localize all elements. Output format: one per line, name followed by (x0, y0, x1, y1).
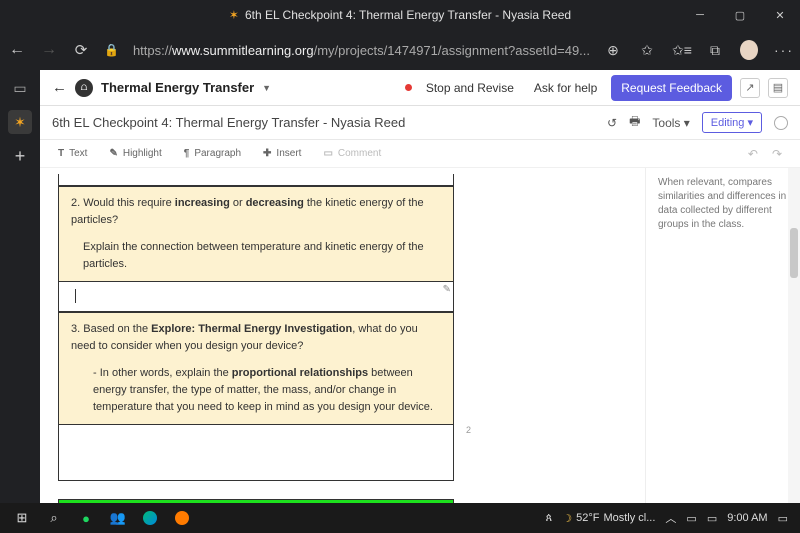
answer-input-2[interactable]: ✎ (59, 282, 453, 312)
window-title: 6th EL Checkpoint 4: Thermal Energy Tran… (245, 8, 571, 22)
question-2: 2. Would this require increasing or decr… (59, 186, 453, 282)
weather-widget[interactable]: ☽ 52°F Mostly cl... (562, 512, 655, 525)
tools-menu[interactable]: Tools ▾ (652, 116, 689, 130)
dropdown-icon[interactable]: ▼ (262, 83, 271, 93)
paragraph-tool[interactable]: ¶Paragraph (184, 148, 241, 159)
text-tool[interactable]: TText (58, 148, 87, 159)
browser-toolbar: ← → ⟳ 🔒 https://www.summitlearning.org/m… (0, 30, 800, 70)
forward-button[interactable]: → (40, 41, 58, 59)
insert-tool[interactable]: ✚Insert (263, 148, 301, 159)
app-logo-icon: ⩍ (75, 79, 93, 97)
taskbar-teams-icon[interactable]: 👥 (102, 503, 134, 533)
reload-button[interactable]: ⟳ (72, 41, 90, 59)
moon-icon: ☽ (562, 512, 572, 525)
lock-icon: 🔒 (104, 43, 119, 57)
windows-taskbar: ⊞ ⌕ ● 👥 ጰ ☽ 52°F Mostly cl... ︿ ▭ ▭ 9:00… (0, 503, 800, 533)
back-button[interactable]: ← (8, 41, 26, 59)
text-cursor (75, 289, 76, 303)
profile-avatar[interactable] (740, 40, 758, 60)
questions-table: 2. Would this require increasing or decr… (58, 174, 454, 481)
tab-favicon: ✶ (229, 8, 239, 22)
taskbar-edge-icon[interactable] (134, 503, 166, 533)
recording-dot-icon (405, 84, 412, 91)
start-button[interactable]: ⊞ (6, 503, 38, 533)
sidebar-tab-icon[interactable]: ▭ (8, 76, 32, 100)
favorites-bar-icon[interactable]: ✩≡ (672, 42, 690, 59)
print-icon[interactable]: 🖶 (629, 112, 640, 133)
taskbar-firefox-icon[interactable] (166, 503, 198, 533)
document-title: 6th EL Checkpoint 4: Thermal Energy Tran… (52, 115, 405, 130)
rubric-panel: When relevant, compares similarities and… (645, 168, 800, 533)
maximize-button[interactable]: ▢ (720, 0, 760, 30)
history-icon[interactable]: ↺ (607, 116, 617, 130)
ask-help-button[interactable]: Ask for help (528, 77, 603, 99)
app-header: ← ⩍ Thermal Energy Transfer ▼ Stop and R… (40, 70, 800, 106)
redo-button[interactable]: ↷ (772, 147, 782, 161)
accessibility-icon[interactable]: ጰ (546, 512, 553, 525)
highlight-tool[interactable]: ✎Highlight (109, 148, 161, 159)
vertical-scrollbar[interactable] (788, 168, 800, 533)
temperature: 52°F (576, 512, 599, 524)
address-bar[interactable]: https://www.summitlearning.org/my/projec… (133, 43, 590, 58)
edit-pencil-icon[interactable]: ✎ (443, 284, 451, 295)
answer-input-3[interactable]: 2 (59, 425, 453, 481)
search-button[interactable]: ⌕ (38, 503, 70, 533)
undo-button[interactable]: ↶ (748, 147, 758, 161)
question-3: 3. Based on the Explore: Thermal Energy … (59, 312, 453, 425)
collections-icon[interactable]: ⧉ (706, 42, 724, 59)
page-content: ← ⩍ Thermal Energy Transfer ▼ Stop and R… (40, 70, 800, 533)
tray-battery-icon[interactable]: ▭ (686, 512, 696, 525)
format-toolbar: TText ✎Highlight ¶Paragraph ✚Insert ▭Com… (40, 140, 800, 168)
weather-text: Mostly cl... (603, 512, 655, 524)
document-page[interactable]: 2. Would this require increasing or decr… (40, 168, 645, 533)
notifications-icon[interactable]: ▭ (778, 512, 788, 525)
voice-icon[interactable] (774, 116, 788, 130)
sidebar-active-tab[interactable]: ✶ (8, 110, 32, 134)
minimize-button[interactable]: ─ (680, 0, 720, 30)
clock[interactable]: 9:00 AM (727, 512, 767, 524)
tray-chevron-icon[interactable]: ︿ (665, 510, 676, 526)
assignment-title[interactable]: Thermal Energy Transfer (101, 80, 254, 95)
stop-revise-button[interactable]: Stop and Revise (420, 77, 520, 99)
close-button[interactable]: ✕ (760, 0, 800, 30)
rubric-text: When relevant, compares similarities and… (658, 176, 788, 232)
clipboard-icon[interactable]: ▤ (768, 78, 788, 98)
taskbar-spotify-icon[interactable]: ● (70, 503, 102, 533)
comment-tool[interactable]: ▭Comment (323, 148, 381, 159)
comment-count[interactable]: 2 (466, 425, 471, 435)
document-header: 6th EL Checkpoint 4: Thermal Energy Tran… (40, 106, 800, 140)
browser-sidebar: ▭ ✶ + (0, 70, 40, 533)
menu-button[interactable]: ··· (774, 42, 792, 58)
window-titlebar: ✶ 6th EL Checkpoint 4: Thermal Energy Tr… (0, 0, 800, 30)
sidebar-add-button[interactable]: + (8, 144, 32, 168)
request-feedback-button[interactable]: Request Feedback (611, 75, 732, 101)
zoom-icon[interactable]: ⊕ (604, 42, 622, 59)
editing-mode-button[interactable]: Editing ▾ (702, 112, 762, 133)
open-external-icon[interactable]: ↗ (740, 78, 760, 98)
favorite-icon[interactable]: ✩ (638, 42, 656, 59)
tray-display-icon[interactable]: ▭ (707, 512, 717, 525)
app-back-button[interactable]: ← (52, 79, 67, 96)
